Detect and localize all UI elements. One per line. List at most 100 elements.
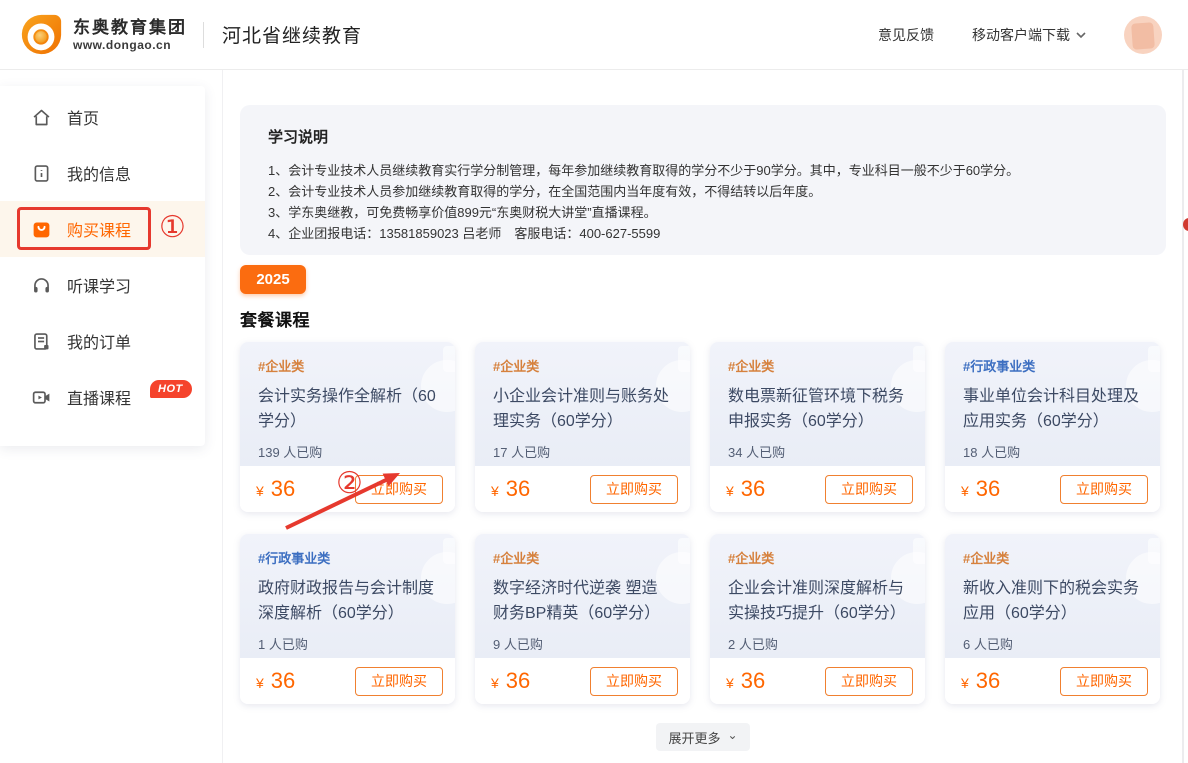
- brand-url: www.dongao.cn: [73, 38, 187, 52]
- buy-now-button[interactable]: 立即购买: [1060, 475, 1148, 504]
- course-title: 企业会计准则深度解析与实操技巧提升（60学分）: [728, 576, 907, 626]
- scrollbar-track[interactable]: [1182, 70, 1184, 763]
- course-buyers: 6 人已购: [963, 634, 1142, 653]
- header-divider: [203, 22, 204, 48]
- instruction-line: 1、会计专业技术人员继续教育实行学分制管理，每年参加继续教育取得的学分不少于90…: [268, 160, 1138, 181]
- course-card-body: #企业类 小企业会计准则与账务处理实务（60学分） 17 人已购: [475, 342, 690, 466]
- user-avatar[interactable]: [1124, 16, 1162, 54]
- sidebar-item-my-orders[interactable]: 我的订单: [0, 313, 205, 369]
- sidebar-item-listen-learn[interactable]: 听课学习: [0, 257, 205, 313]
- course-price: ¥ 36: [256, 476, 295, 502]
- course-buyers: 2 人已购: [728, 634, 907, 653]
- price-currency: ¥: [726, 483, 734, 499]
- course-card-body: #企业类 数字经济时代逆袭 塑造财务BP精英（60学分） 9 人已购: [475, 534, 690, 658]
- sidebar-item-label: 我的订单: [67, 329, 131, 353]
- live-video-icon: [30, 386, 52, 408]
- course-card-footer: ¥ 36 立即购买: [475, 658, 690, 704]
- price-amount: 36: [506, 476, 530, 502]
- course-price: ¥ 36: [726, 668, 765, 694]
- sidebar-menu: 首页 我的信息 购买课程 听课学习 我的订单 直播课程 HOT: [0, 89, 205, 425]
- page-title: 河北省继续教育: [222, 21, 362, 48]
- course-tag[interactable]: #行政事业类: [963, 356, 1142, 375]
- course-price: ¥ 36: [491, 668, 530, 694]
- hot-badge: HOT: [150, 380, 192, 398]
- sidebar-item-label: 我的信息: [67, 161, 131, 185]
- course-title: 政府财政报告与会计制度深度解析（60学分）: [258, 576, 437, 626]
- sidebar-item-my-info[interactable]: 我的信息: [0, 145, 205, 201]
- expand-more-button[interactable]: 展开更多 ⌄: [656, 723, 750, 751]
- course-card-body: #企业类 企业会计准则深度解析与实操技巧提升（60学分） 2 人已购: [710, 534, 925, 658]
- course-tag[interactable]: #企业类: [493, 548, 672, 567]
- course-title: 小企业会计准则与账务处理实务（60学分）: [493, 384, 672, 434]
- section-title: 套餐课程: [240, 306, 1166, 331]
- course-card-body: #行政事业类 政府财政报告与会计制度深度解析（60学分） 1 人已购: [240, 534, 455, 658]
- buy-now-button[interactable]: 立即购买: [825, 475, 913, 504]
- course-card-footer: ¥ 36 立即购买: [710, 466, 925, 512]
- course-card[interactable]: #企业类 小企业会计准则与账务处理实务（60学分） 17 人已购 ¥ 36 立即…: [475, 342, 690, 512]
- buy-now-button[interactable]: 立即购买: [825, 667, 913, 696]
- sidebar-item-live-courses[interactable]: 直播课程 HOT: [0, 369, 205, 425]
- sidebar-item-buy-courses[interactable]: 购买课程: [0, 201, 205, 257]
- buy-now-button[interactable]: 立即购买: [355, 667, 443, 696]
- price-amount: 36: [271, 668, 295, 694]
- sidebar: 首页 我的信息 购买课程 听课学习 我的订单 直播课程 HOT: [0, 86, 205, 446]
- price-currency: ¥: [726, 675, 734, 691]
- course-tag[interactable]: #企业类: [963, 548, 1142, 567]
- price-currency: ¥: [256, 483, 264, 499]
- price-currency: ¥: [491, 675, 499, 691]
- price-amount: 36: [976, 668, 1000, 694]
- course-card-footer: ¥ 36 立即购买: [475, 466, 690, 512]
- sidebar-item-home[interactable]: 首页: [0, 89, 205, 145]
- course-card[interactable]: #行政事业类 政府财政报告与会计制度深度解析（60学分） 1 人已购 ¥ 36 …: [240, 534, 455, 704]
- course-tag[interactable]: #企业类: [258, 356, 437, 375]
- avatar-placeholder: [1131, 22, 1155, 49]
- instructions-list: 1、会计专业技术人员继续教育实行学分制管理，每年参加继续教育取得的学分不少于90…: [268, 160, 1138, 244]
- app-header: 东奥教育集团 www.dongao.cn 河北省继续教育 意见反馈 移动客户端下…: [0, 0, 1188, 70]
- price-currency: ¥: [961, 675, 969, 691]
- edge-floating-widget[interactable]: [1183, 218, 1188, 231]
- price-amount: 36: [271, 476, 295, 502]
- course-card[interactable]: #企业类 会计实务操作全解析（60学分） 139 人已购 ¥ 36 立即购买: [240, 342, 455, 512]
- buy-now-button[interactable]: 立即购买: [590, 475, 678, 504]
- app-download-link[interactable]: 移动客户端下载: [972, 25, 1086, 45]
- feedback-link[interactable]: 意见反馈: [878, 25, 934, 45]
- buy-now-button[interactable]: 立即购买: [1060, 667, 1148, 696]
- price-amount: 36: [741, 476, 765, 502]
- course-tag[interactable]: #行政事业类: [258, 548, 437, 567]
- course-card-footer: ¥ 36 立即购买: [945, 658, 1160, 704]
- sidebar-item-label: 直播课程: [67, 385, 131, 409]
- buy-now-button[interactable]: 立即购买: [355, 475, 443, 504]
- course-price: ¥ 36: [256, 668, 295, 694]
- sidebar-item-label: 购买课程: [67, 217, 131, 241]
- course-card[interactable]: #企业类 数字经济时代逆袭 塑造财务BP精英（60学分） 9 人已购 ¥ 36 …: [475, 534, 690, 704]
- course-card[interactable]: #企业类 数电票新征管环境下税务申报实务（60学分） 34 人已购 ¥ 36 立…: [710, 342, 925, 512]
- buy-now-button[interactable]: 立即购买: [590, 667, 678, 696]
- course-price: ¥ 36: [961, 668, 1000, 694]
- course-title: 数电票新征管环境下税务申报实务（60学分）: [728, 384, 907, 434]
- course-tag[interactable]: #企业类: [493, 356, 672, 375]
- course-buyers: 139 人已购: [258, 442, 437, 461]
- course-card[interactable]: #企业类 新收入准则下的税会实务应用（60学分） 6 人已购 ¥ 36 立即购买: [945, 534, 1160, 704]
- dongao-logo[interactable]: 东奥教育集团 www.dongao.cn: [18, 12, 187, 58]
- course-price: ¥ 36: [491, 476, 530, 502]
- course-card[interactable]: #行政事业类 事业单位会计科目处理及应用实务（60学分） 18 人已购 ¥ 36…: [945, 342, 1160, 512]
- course-title: 事业单位会计科目处理及应用实务（60学分）: [963, 384, 1142, 434]
- price-currency: ¥: [961, 483, 969, 499]
- sidebar-item-label: 听课学习: [67, 273, 131, 297]
- course-card-footer: ¥ 36 立即购买: [945, 466, 1160, 512]
- course-buyers: 1 人已购: [258, 634, 437, 653]
- price-currency: ¥: [256, 675, 264, 691]
- course-price: ¥ 36: [961, 476, 1000, 502]
- course-title: 新收入准则下的税会实务应用（60学分）: [963, 576, 1142, 626]
- course-title: 数字经济时代逆袭 塑造财务BP精英（60学分）: [493, 576, 672, 626]
- course-buyers: 34 人已购: [728, 442, 907, 461]
- dongao-logo-icon: [18, 12, 64, 58]
- year-tab-2025[interactable]: 2025: [240, 265, 306, 294]
- course-tag[interactable]: #企业类: [728, 548, 907, 567]
- instruction-line: 4、企业团报电话：13581859023 吕老师 客服电话：400-627-55…: [268, 223, 1138, 244]
- course-card-footer: ¥ 36 立即购买: [710, 658, 925, 704]
- sidebar-item-label: 首页: [67, 105, 99, 129]
- course-card[interactable]: #企业类 企业会计准则深度解析与实操技巧提升（60学分） 2 人已购 ¥ 36 …: [710, 534, 925, 704]
- home-icon: [30, 106, 52, 128]
- course-tag[interactable]: #企业类: [728, 356, 907, 375]
